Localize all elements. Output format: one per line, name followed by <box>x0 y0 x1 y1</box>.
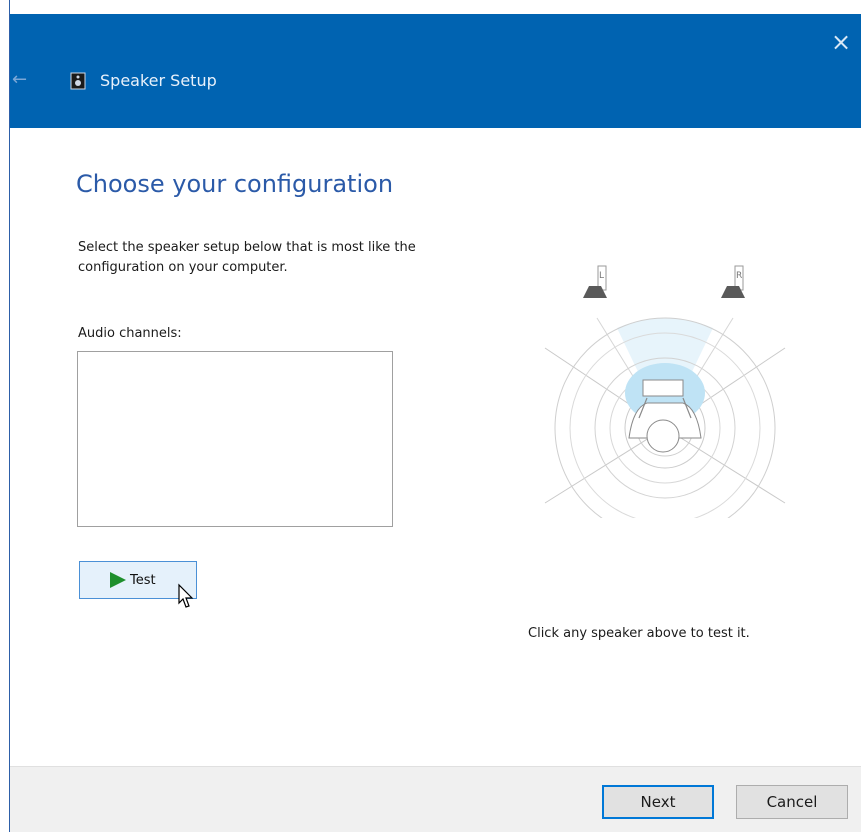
right-speaker-label: R <box>736 271 742 281</box>
test-button-label: Test <box>130 572 156 588</box>
speaker-app-icon <box>70 72 86 90</box>
speaker-layout-diagram: L R <box>544 265 786 518</box>
test-hint-text: Click any speaker above to test it. <box>528 626 750 641</box>
back-arrow-icon: ← <box>12 69 28 90</box>
close-icon: × <box>830 28 852 56</box>
next-button[interactable]: Next <box>602 785 714 819</box>
back-button[interactable]: ← <box>12 68 38 92</box>
window-title: Speaker Setup <box>100 71 217 90</box>
mouse-cursor-icon <box>178 583 194 608</box>
play-icon <box>110 572 126 588</box>
page-heading: Choose your configuration <box>76 170 394 198</box>
speaker-setup-window: × ← Speaker Setup Choose your configurat… <box>0 0 861 832</box>
description-text: Select the speaker setup below that is m… <box>78 240 416 275</box>
window-left-border <box>0 0 10 832</box>
audio-channels-label: Audio channels: <box>78 326 182 341</box>
close-button[interactable]: × <box>825 26 857 58</box>
audio-channels-list[interactable] <box>77 351 393 527</box>
cancel-button[interactable]: Cancel <box>736 785 848 819</box>
footer-bar: Next Cancel <box>10 766 861 832</box>
left-speaker-label: L <box>599 271 604 281</box>
